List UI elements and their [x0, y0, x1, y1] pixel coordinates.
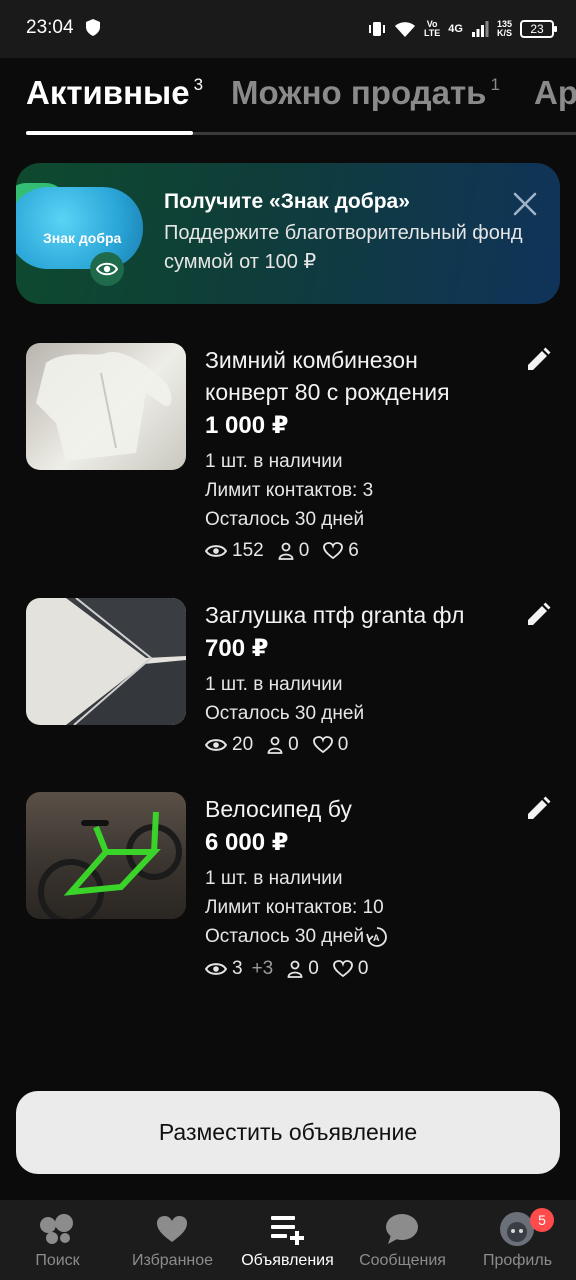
listing-photo[interactable]: [26, 598, 186, 725]
status-indicators: Vo LTE 4G 135 K/S 23: [368, 16, 557, 42]
nav-messages-label: Сообщения: [359, 1252, 446, 1269]
tab-active[interactable]: Активные 3: [26, 74, 203, 112]
heart-icon: [332, 960, 353, 978]
status-bar: 23:04 Vo LTE 4G 135 K/S 23: [0, 0, 576, 58]
volte-indicator: Vo LTE: [423, 19, 441, 38]
network-type: 4G: [448, 22, 463, 35]
listing-days-left: Осталось 30 дней: [205, 509, 365, 530]
views-count: 152: [232, 540, 264, 561]
contacts-count: 0: [308, 958, 319, 979]
listing-photo[interactable]: [26, 792, 186, 919]
listing-item[interactable]: Зимний комбинезон конверт 80 с рождения …: [0, 343, 576, 573]
battery-indicator: 23: [520, 20, 557, 38]
wifi-icon: [394, 22, 415, 37]
auto-renew-icon[interactable]: A: [366, 926, 388, 948]
edit-icon[interactable]: [525, 602, 551, 628]
listing-tabs: Активные 3 Можно продать 1 Ар: [0, 58, 576, 138]
tab-active-count: 3: [193, 75, 204, 94]
listing-price: 6 000 ₽: [205, 829, 289, 856]
nav-search-label: Поиск: [35, 1252, 80, 1269]
tab-archive[interactable]: Ар: [534, 74, 576, 112]
heart-icon: [153, 1212, 191, 1246]
listing-contact-limit: Лимит контактов: 10: [205, 897, 384, 918]
listing-contact-limit: Лимит контактов: 3: [205, 480, 374, 501]
nav-search[interactable]: Поиск: [0, 1200, 115, 1280]
notification-badge: 5: [530, 1208, 554, 1232]
listing-days-left-row: Осталось 30 дней A: [205, 922, 388, 951]
search-bubbles-icon: [38, 1212, 76, 1246]
listing-stats: 3 +3 0 0: [205, 958, 382, 980]
heart-icon: [312, 736, 333, 754]
tab-active-indicator: [26, 131, 193, 135]
favorites-count: 0: [357, 958, 369, 979]
listing-title[interactable]: Зимний комбинезон конверт 80 с рождения: [205, 344, 505, 408]
svg-text:A: A: [373, 933, 380, 943]
nav-profile-label: Профиль: [482, 1252, 553, 1269]
views-increase: +3: [251, 958, 274, 979]
close-icon[interactable]: [512, 191, 538, 217]
listing-stats: 152 0 6: [205, 540, 373, 562]
nav-favorites[interactable]: Избранное: [115, 1200, 230, 1280]
person-icon: [278, 542, 294, 560]
contacts-count: 0: [298, 540, 310, 561]
edit-icon[interactable]: [525, 347, 551, 373]
promo-decor-blob: [16, 187, 143, 269]
status-time: 23:04: [26, 17, 74, 38]
person-icon: [287, 960, 303, 978]
listing-title[interactable]: Заглушка птф granta фл: [205, 599, 505, 631]
listing-item[interactable]: Заглушка птф granta фл 700 ₽ 1 шт. в нал…: [0, 598, 576, 768]
contacts-count: 0: [288, 734, 299, 755]
listing-price: 1 000 ₽: [205, 412, 289, 439]
eye-icon: [205, 739, 227, 751]
listing-days-left: Осталось 30 дней: [205, 926, 365, 947]
listing-stock: 1 шт. в наличии: [205, 868, 343, 889]
views-count: 20: [232, 734, 254, 755]
bicycle-photo-icon: [38, 811, 182, 919]
nav-listings[interactable]: Объявления: [230, 1200, 345, 1280]
network-speed: 135 K/S: [496, 19, 512, 38]
tab-can-sell[interactable]: Можно продать 1: [231, 74, 500, 112]
nav-messages[interactable]: Сообщения: [345, 1200, 460, 1280]
listing-stats: 20 0 0: [205, 734, 362, 756]
promo-badge-text: Знак добра: [43, 230, 122, 246]
eye-icon: [205, 545, 227, 557]
listings-add-icon: [268, 1212, 306, 1246]
eye-icon: [90, 252, 124, 286]
edit-icon[interactable]: [525, 796, 551, 822]
views-count: 3: [232, 958, 243, 979]
signal-icon: [471, 21, 489, 37]
listing-title[interactable]: Велосипед бу: [205, 793, 505, 825]
shield-icon: [86, 19, 100, 36]
nav-profile[interactable]: 5 Профиль: [460, 1200, 575, 1280]
jumpsuit-photo-icon: [36, 352, 172, 461]
listing-item[interactable]: Велосипед бу 6 000 ₽ 1 шт. в наличии Лим…: [0, 792, 576, 992]
promo-title: Получите «Знак добра»: [164, 190, 410, 213]
nav-listings-label: Объявления: [241, 1252, 334, 1269]
listing-days-left: Осталось 30 дней: [205, 703, 365, 724]
eye-icon: [205, 963, 227, 975]
person-icon: [267, 736, 283, 754]
listing-photo[interactable]: [26, 343, 186, 470]
post-listing-button[interactable]: Разместить объявление: [16, 1091, 560, 1174]
chat-icon: [383, 1212, 421, 1246]
promo-banner[interactable]: Знак добра Получите «Знак добра» Поддерж…: [16, 163, 560, 304]
bottom-nav: Поиск Избранное Объявления Сообщения 5 П…: [0, 1200, 576, 1280]
listing-stock: 1 шт. в наличии: [205, 451, 343, 472]
promo-body: Поддержите благотворительный фонд суммой…: [164, 222, 523, 273]
favorites-count: 0: [337, 734, 349, 755]
vibrate-icon: [368, 22, 385, 36]
favorites-count: 6: [348, 540, 359, 561]
tab-can-sell-count: 1: [490, 75, 500, 94]
listing-price: 700 ₽: [205, 635, 269, 662]
fog-cap-photo-icon: [66, 598, 186, 725]
heart-icon: [323, 542, 344, 560]
listing-stock: 1 шт. в наличии: [205, 674, 343, 695]
nav-favorites-label: Избранное: [131, 1252, 214, 1269]
